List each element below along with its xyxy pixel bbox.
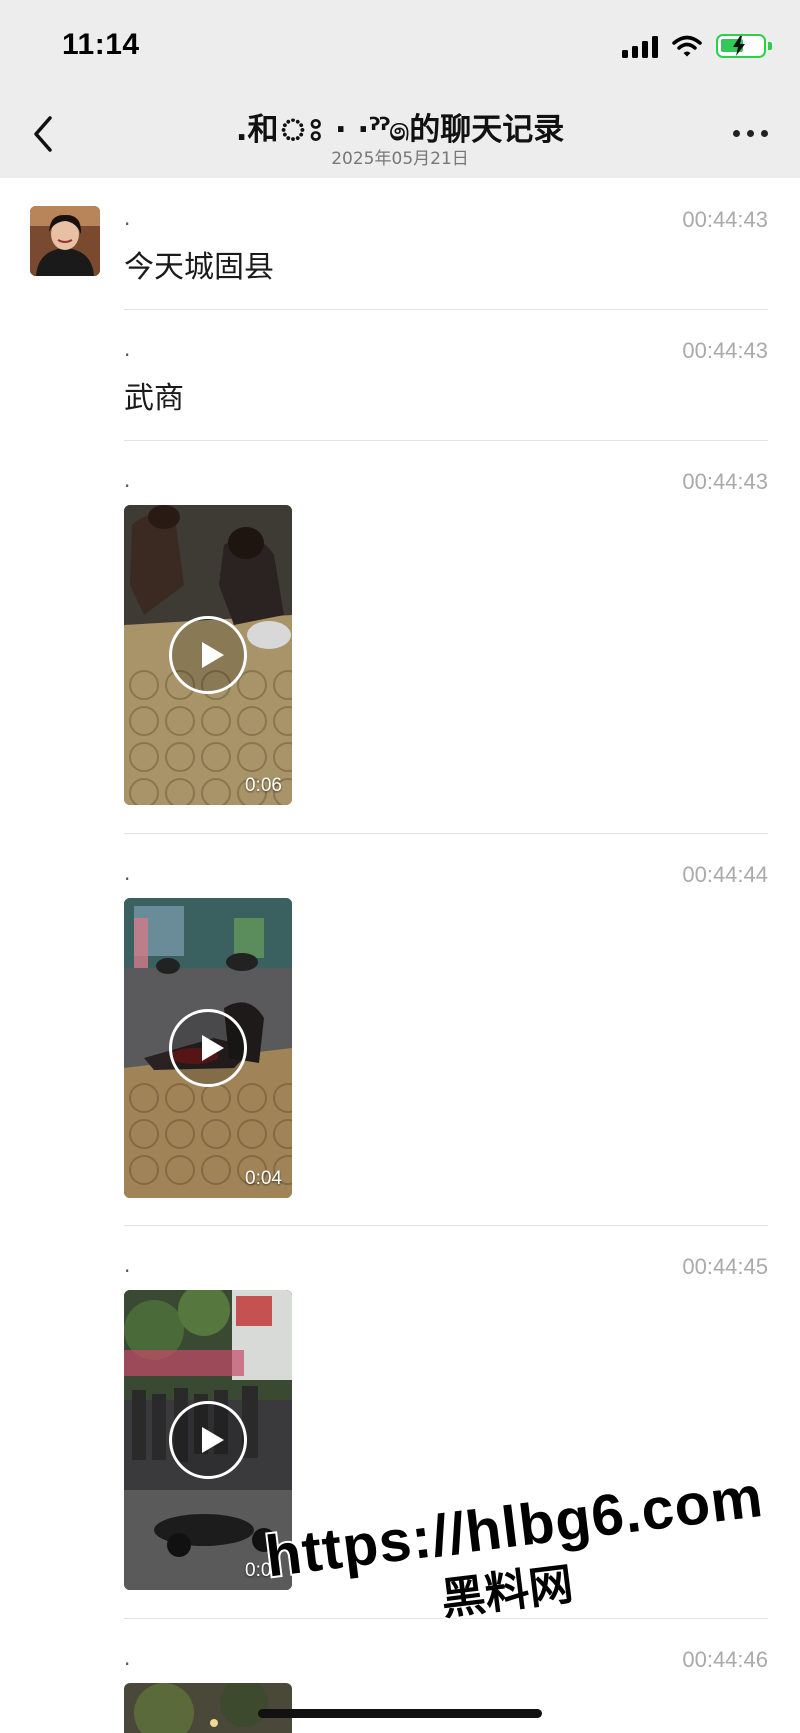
ellipsis-icon[interactable] <box>733 130 768 137</box>
sender-name: . <box>124 337 131 361</box>
message-text[interactable]: 今天城固县 <box>124 242 274 286</box>
message-time: 00:44:43 <box>682 469 768 494</box>
play-icon[interactable] <box>169 1009 247 1087</box>
message-item: . 00:44:46 <box>124 1648 768 1733</box>
battery-charging-icon <box>716 34 772 58</box>
message-time: 00:44:43 <box>682 338 768 363</box>
message-text[interactable]: 武商 <box>124 373 184 417</box>
chat-record-date: 2025年05月21日 <box>331 149 469 169</box>
message-divider <box>124 1225 768 1226</box>
message-item: . 00:44:43 今天城固县 <box>124 206 768 286</box>
wifi-icon <box>672 35 702 57</box>
cellular-signal-icon <box>622 34 658 58</box>
message-item: . 00:44:44 0:04 <box>124 863 768 1203</box>
home-indicator[interactable] <box>258 1709 542 1718</box>
status-time: 11:14 <box>62 28 140 61</box>
message-time: 00:44:46 <box>682 1647 768 1672</box>
play-icon[interactable] <box>169 616 247 694</box>
message-time: 00:44:44 <box>682 862 768 887</box>
sender-name: . <box>124 861 131 885</box>
top-bar: 11:14 .和ঃ · ·ˀˀ෧的聊天记录 2025年05月21日 <box>0 0 800 178</box>
message-divider <box>124 309 768 310</box>
video-thumbnail[interactable] <box>124 1683 292 1733</box>
message-item: . 00:44:43 0:06 <box>124 470 768 810</box>
message-item: . 00:44:43 武商 <box>124 337 768 417</box>
navigation-bar: .和ঃ · ·ˀˀ෧的聊天记录 2025年05月21日 <box>0 92 800 178</box>
message-divider <box>124 440 768 441</box>
video-duration: 0:04 <box>245 1168 282 1189</box>
video-thumbnail[interactable]: 0:06 <box>124 505 292 805</box>
message-time: 00:44:45 <box>682 1254 768 1279</box>
video-thumbnail[interactable]: 0:04 <box>124 898 292 1198</box>
sender-name: . <box>124 1646 131 1670</box>
sender-name: . <box>124 206 131 230</box>
message-time: 00:44:43 <box>682 207 768 232</box>
sender-name: . <box>124 468 131 492</box>
status-icons <box>622 34 772 58</box>
play-icon[interactable] <box>169 1401 247 1479</box>
message-divider <box>124 833 768 834</box>
avatar[interactable] <box>30 206 100 276</box>
video-duration: 0:06 <box>245 775 282 796</box>
sender-name: . <box>124 1253 131 1277</box>
